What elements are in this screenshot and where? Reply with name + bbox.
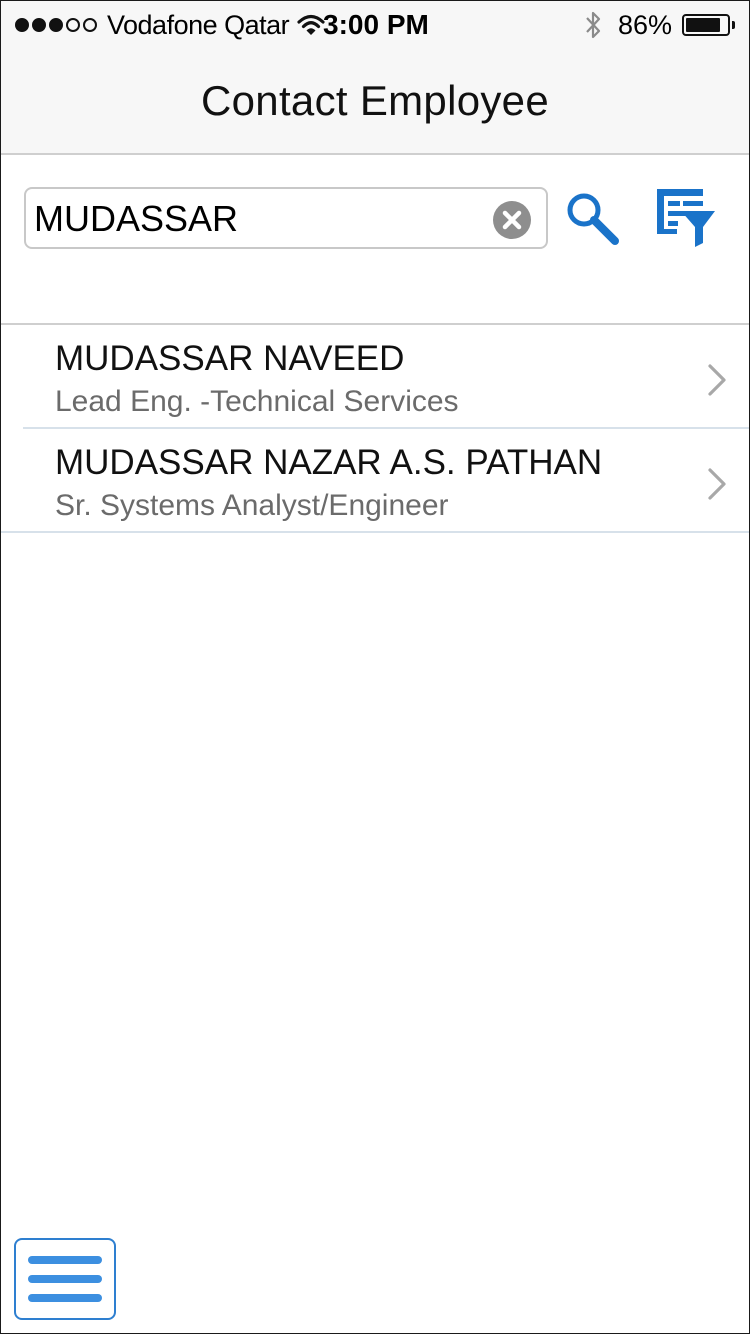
chevron-right-icon [708, 468, 726, 500]
list-item[interactable]: MUDASSAR NAVEED Lead Eng. -Technical Ser… [1, 325, 749, 427]
employee-result-list: MUDASSAR NAVEED Lead Eng. -Technical Ser… [1, 325, 749, 533]
status-bar: Vodafone Qatar 3:00 PM 86% [1, 1, 749, 49]
employee-role: Sr. Systems Analyst/Engineer [55, 489, 449, 522]
magnifier-icon [567, 193, 619, 245]
chevron-right-icon [708, 364, 726, 396]
list-filter-icon [657, 189, 715, 247]
page-title: Contact Employee [201, 77, 549, 124]
clear-search-button[interactable] [492, 200, 532, 240]
filter-button[interactable] [653, 187, 719, 249]
battery-percent: 86% [617, 10, 672, 40]
search-input[interactable] [32, 193, 486, 245]
app-screen: Vodafone Qatar 3:00 PM 86% Contact Emplo… [0, 0, 750, 1334]
list-item[interactable]: MUDASSAR NAZAR A.S. PATHAN Sr. Systems A… [1, 429, 749, 531]
employee-name: MUDASSAR NAZAR A.S. PATHAN [55, 443, 603, 482]
clear-circle-icon [493, 201, 531, 239]
bluetooth-icon [584, 10, 602, 40]
status-time: 3:00 PM [323, 9, 429, 40]
search-field[interactable] [24, 187, 548, 249]
employee-name: MUDASSAR NAVEED [55, 339, 405, 378]
carrier-name: Vodafone Qatar [107, 10, 290, 40]
search-button[interactable] [563, 189, 623, 249]
signal-strength-icon [15, 18, 97, 32]
navigation-bar: Contact Employee [1, 49, 749, 155]
row-divider [1, 531, 749, 533]
employee-role: Lead Eng. -Technical Services [55, 385, 459, 418]
battery-icon [682, 14, 735, 36]
wifi-icon [297, 14, 325, 36]
menu-button[interactable] [14, 1238, 116, 1320]
